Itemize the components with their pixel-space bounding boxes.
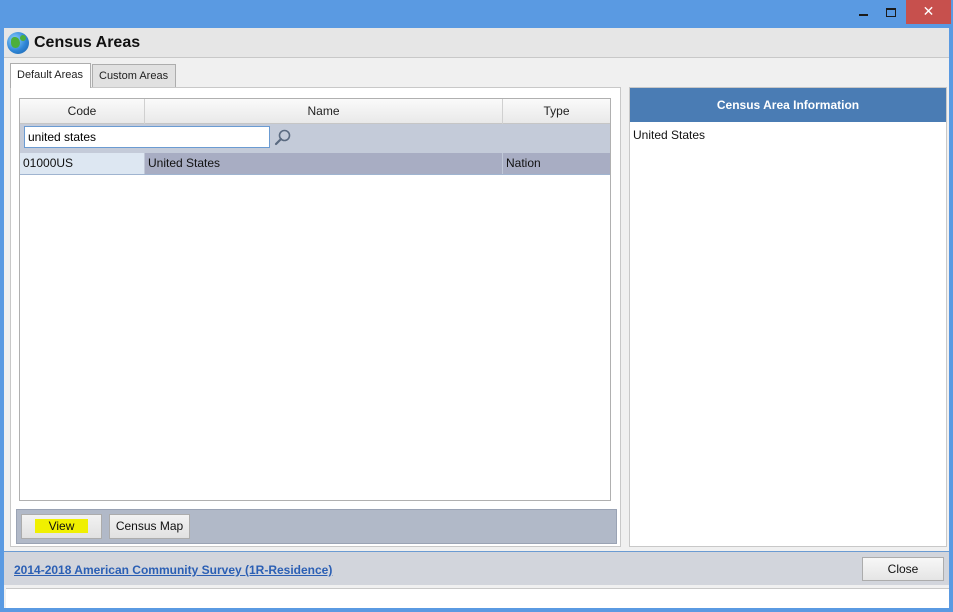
tab-custom-areas[interactable]: Custom Areas: [92, 64, 176, 88]
cell-type: Nation: [503, 153, 610, 174]
column-header-type[interactable]: Type: [503, 99, 610, 124]
cell-name: United States: [145, 153, 503, 174]
close-icon: ✕: [922, 4, 935, 20]
census-map-button[interactable]: Census Map: [109, 514, 190, 539]
window-client: Census Areas Default Areas Custom Areas …: [4, 28, 949, 608]
census-area-info-panel: Census Area Information United States: [629, 87, 947, 547]
tab-default-areas[interactable]: Default Areas: [10, 63, 91, 88]
table-row[interactable]: 01000US United States Nation: [20, 153, 610, 175]
action-bar: View Census Map: [16, 509, 617, 544]
minimize-button[interactable]: [850, 0, 876, 24]
search-input[interactable]: [24, 126, 270, 148]
view-button-label: View: [34, 519, 89, 533]
header-bar: Census Areas: [4, 28, 949, 58]
filter-row: [20, 124, 610, 153]
column-header-name[interactable]: Name: [145, 99, 503, 124]
search-icon[interactable]: [274, 128, 292, 146]
footer-bar: 2014-2018 American Community Survey (1R-…: [4, 551, 949, 585]
window-close-button[interactable]: ✕: [906, 0, 951, 24]
cell-code: 01000US: [20, 153, 145, 174]
default-areas-panel: Code Name Type 01000US United States Nat…: [10, 87, 621, 547]
page-title: Census Areas: [34, 34, 141, 51]
census-areas-grid: Code Name Type 01000US United States Nat…: [19, 98, 611, 501]
grid-header: Code Name Type: [20, 99, 610, 124]
column-header-code[interactable]: Code: [20, 99, 145, 124]
info-panel-title: Census Area Information: [630, 88, 946, 122]
view-button[interactable]: View: [21, 514, 102, 539]
info-panel-body: United States: [633, 128, 706, 142]
status-bar: [6, 588, 949, 608]
title-bar: ✕: [0, 0, 953, 28]
close-button[interactable]: Close: [862, 557, 944, 581]
maximize-button[interactable]: [878, 0, 904, 24]
maximize-icon: [886, 7, 896, 17]
globe-icon: [7, 32, 29, 54]
minimize-icon: [858, 14, 868, 16]
survey-link[interactable]: 2014-2018 American Community Survey (1R-…: [14, 563, 332, 577]
